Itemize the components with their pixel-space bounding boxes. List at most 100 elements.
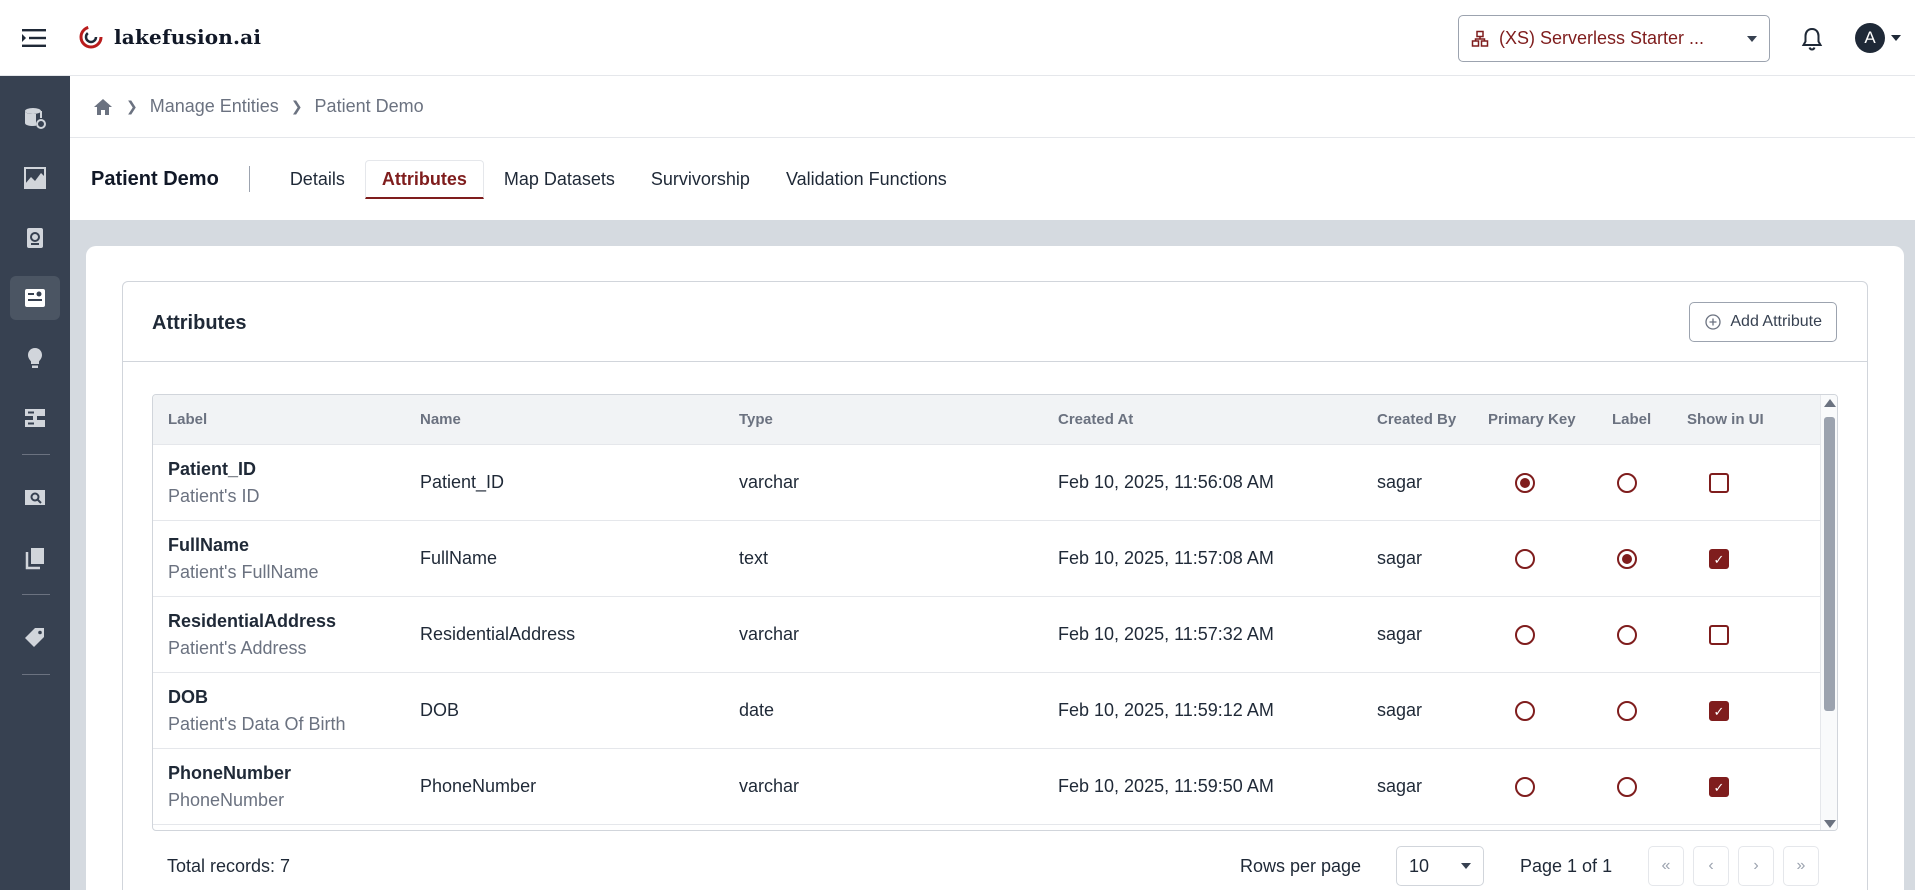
tab-attributes[interactable]: Attributes <box>364 159 484 199</box>
scroll-thumb[interactable] <box>1824 417 1835 711</box>
table-row[interactable]: ResidentialAddress Patient's Address Resid… <box>153 597 1821 673</box>
primary-key-radio[interactable] <box>1515 777 1535 797</box>
sidebar-item-match-review[interactable] <box>10 476 60 520</box>
lightbulb-icon <box>28 348 42 368</box>
user-menu[interactable]: A <box>1855 23 1901 53</box>
attribute-description: Patient's Data Of Birth <box>168 714 346 734</box>
last-page-button[interactable]: » <box>1783 846 1819 886</box>
workspace-icon <box>1471 30 1489 47</box>
copy-icon <box>25 548 44 570</box>
sidebar-item-tags[interactable] <box>10 616 60 660</box>
chevron-down-icon <box>1891 35 1901 41</box>
table-row[interactable]: PhoneNumber PhoneNumber PhoneNumber varchar… <box>153 749 1821 825</box>
sidebar-item-copies[interactable] <box>10 536 60 580</box>
primary-key-radio[interactable] <box>1515 549 1535 569</box>
sidebar-item-servers[interactable] <box>10 396 60 440</box>
tab-details[interactable]: Details <box>274 161 361 198</box>
show-in-ui-checkbox[interactable]: ✓ <box>1709 777 1729 797</box>
column-header-created-by[interactable]: Created By <box>1377 411 1456 428</box>
column-header-primary-key[interactable]: Primary Key <box>1488 411 1576 428</box>
next-page-button[interactable]: › <box>1738 846 1774 886</box>
primary-key-radio[interactable] <box>1515 473 1535 493</box>
column-header-label[interactable]: Label <box>168 411 207 428</box>
tab-map-datasets[interactable]: Map Datasets <box>488 161 631 198</box>
attribute-created-at: Feb 10, 2025, 11:59:50 AM <box>1058 776 1274 796</box>
label-radio[interactable] <box>1617 701 1637 721</box>
tab-survivorship[interactable]: Survivorship <box>635 161 766 198</box>
add-circle-icon <box>1705 314 1722 330</box>
workspace-selector[interactable]: (XS) Serverless Starter ... <box>1458 15 1770 62</box>
show-in-ui-checkbox[interactable] <box>1709 473 1729 493</box>
label-radio[interactable] <box>1617 549 1637 569</box>
label-radio[interactable] <box>1617 625 1637 645</box>
first-page-button[interactable]: « <box>1648 846 1684 886</box>
attribute-name: Patient_ID <box>420 472 505 492</box>
table-row[interactable]: FullName Patient's FullName FullName text Fe… <box>153 521 1821 597</box>
search-report-icon <box>25 490 45 505</box>
scroll-up-arrow-icon[interactable] <box>1824 399 1836 407</box>
attribute-type: date <box>739 700 775 720</box>
table-scrollbar[interactable] <box>1820 395 1837 830</box>
attributes-table: Label Name Type Created At Created By Pr… <box>152 394 1838 831</box>
breadcrumb-manage-entities[interactable]: Manage Entities <box>150 96 279 117</box>
rows-per-page-select[interactable]: 10 <box>1396 846 1484 886</box>
sidebar-divider <box>22 674 50 675</box>
column-header-created-at[interactable]: Created At <box>1058 411 1133 428</box>
table-row[interactable]: DOB Patient's Data Of Birth DOB date Feb 10,… <box>153 673 1821 749</box>
rows-per-page-value: 10 <box>1409 855 1430 876</box>
add-attribute-button[interactable]: Add Attribute <box>1689 302 1837 342</box>
column-header-is-label[interactable]: Label <box>1612 411 1651 428</box>
sidebar-divider <box>22 454 50 455</box>
table-row[interactable]: Patient_ID Patient's ID Patient_ID varchar F… <box>153 445 1821 521</box>
primary-key-radio[interactable] <box>1515 625 1535 645</box>
avatar: A <box>1855 23 1885 53</box>
attribute-created-by: sagar <box>1377 548 1423 568</box>
menu-toggle-icon[interactable] <box>20 24 48 52</box>
show-in-ui-checkbox[interactable]: ✓ <box>1709 549 1729 569</box>
prev-page-button[interactable]: ‹ <box>1693 846 1729 886</box>
app-logo[interactable]: lakefusion.ai <box>78 24 261 50</box>
checkmark-icon: ✓ <box>1713 551 1725 567</box>
chevron-right-icon: › <box>1753 857 1759 874</box>
label-radio[interactable] <box>1617 777 1637 797</box>
total-records: Total records: 7 <box>167 856 291 876</box>
show-in-ui-checkbox[interactable] <box>1709 625 1729 645</box>
add-attribute-label: Add Attribute <box>1730 313 1822 330</box>
table-header: Label Name Type Created At Created By Pr… <box>153 395 1821 445</box>
attribute-label: DOB <box>168 687 208 707</box>
tag-icon <box>25 628 44 647</box>
home-icon[interactable] <box>92 96 114 118</box>
label-radio[interactable] <box>1617 473 1637 493</box>
tab-validation-functions[interactable]: Validation Functions <box>770 161 963 198</box>
column-header-name[interactable]: Name <box>420 411 461 428</box>
attribute-type: text <box>739 548 769 568</box>
attribute-created-by: sagar <box>1377 624 1423 644</box>
primary-key-radio[interactable] <box>1515 701 1535 721</box>
sidebar-divider <box>22 594 50 595</box>
attribute-label: PhoneNumber <box>168 763 292 783</box>
sidebar-item-data-sources[interactable] <box>10 96 60 140</box>
chevron-right-icon: ❯ <box>126 98 138 114</box>
scroll-down-arrow-icon[interactable] <box>1824 820 1836 828</box>
column-header-type[interactable]: Type <box>739 411 773 428</box>
checkmark-icon: ✓ <box>1713 779 1725 795</box>
server-icon <box>25 409 45 427</box>
sidebar-item-entities[interactable] <box>10 276 60 320</box>
sidebar-item-dashboard[interactable] <box>10 156 60 200</box>
sidebar-item-notebooks[interactable] <box>10 216 60 260</box>
entity-icon <box>25 289 45 307</box>
chevron-left-icon: ‹ <box>1708 857 1714 874</box>
show-in-ui-checkbox[interactable]: ✓ <box>1709 701 1729 721</box>
page-info: Page 1 of 1 <box>1520 856 1613 876</box>
attribute-created-at: Feb 10, 2025, 11:57:08 AM <box>1058 548 1274 568</box>
logo-icon <box>79 25 103 49</box>
column-header-show-in-ui[interactable]: Show in UI <box>1687 411 1764 428</box>
attributes-card-header: Attributes Add Attribute <box>123 282 1867 362</box>
chevrons-left-icon: « <box>1661 857 1671 874</box>
sidebar-item-insights[interactable] <box>10 336 60 380</box>
attribute-description: Patient's ID <box>168 486 260 506</box>
chevron-down-icon <box>1461 863 1471 869</box>
attribute-description: PhoneNumber <box>168 790 285 810</box>
breadcrumb-current: Patient Demo <box>314 96 424 116</box>
notification-bell-icon[interactable] <box>1800 26 1824 52</box>
